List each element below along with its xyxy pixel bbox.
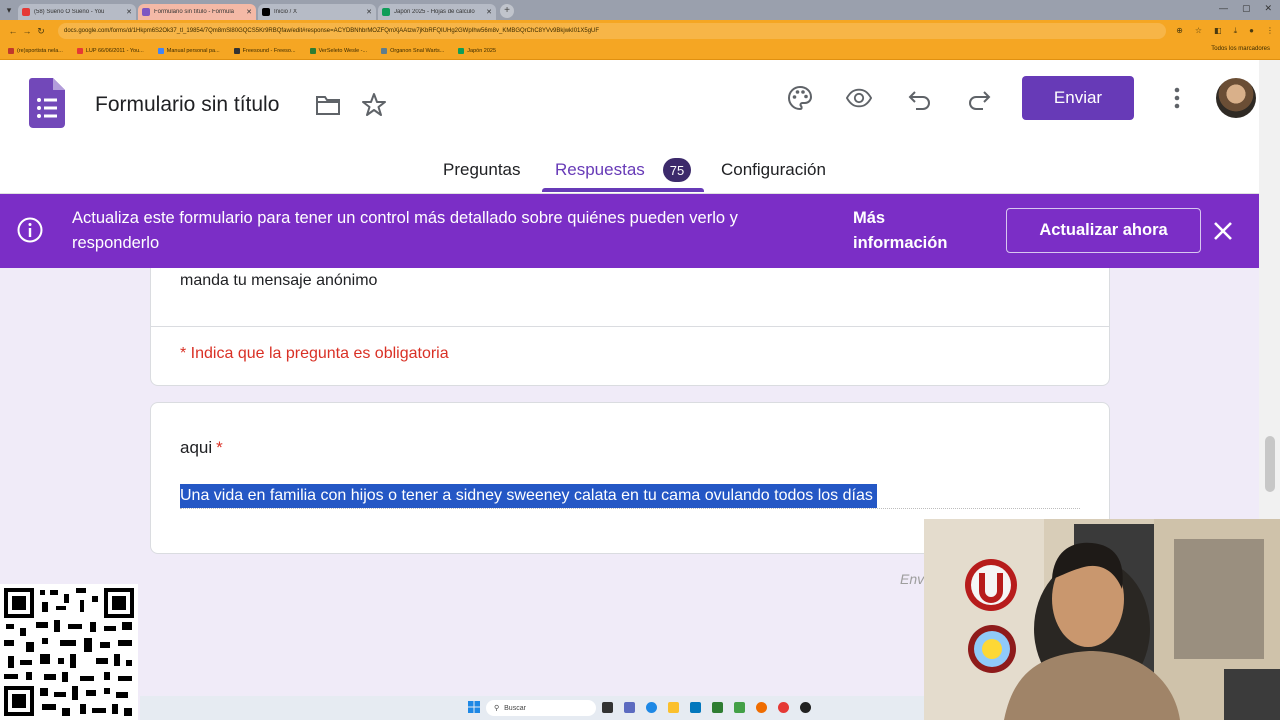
- sheets-favicon-icon: [458, 47, 465, 54]
- form-description: manda tu mensaje anónimo: [180, 272, 378, 289]
- youtube-favicon-icon: [76, 47, 83, 54]
- tab-search-icon[interactable]: ▾: [0, 0, 18, 20]
- more-info-link[interactable]: Más información: [853, 206, 973, 256]
- browser-tab[interactable]: Inicio / X ✕: [258, 4, 376, 20]
- profile-icon[interactable]: ●: [1249, 26, 1254, 36]
- required-asterisk: *: [216, 438, 223, 457]
- task-view-icon[interactable]: [602, 702, 613, 713]
- freesound-favicon-icon: [233, 47, 240, 54]
- question-title: aqui *: [180, 438, 223, 457]
- app-icon[interactable]: [734, 702, 745, 713]
- sheets-favicon-icon: [382, 8, 390, 16]
- tab-preguntas[interactable]: Preguntas: [443, 160, 521, 180]
- menu-icon[interactable]: ⋮: [1266, 26, 1274, 36]
- answer-underline: [180, 508, 1080, 509]
- extension-icon[interactable]: ◧: [1214, 26, 1222, 36]
- bookmark-item[interactable]: Organon Snal Warts...: [381, 47, 444, 54]
- back-icon[interactable]: ←: [6, 26, 20, 36]
- browser-tab[interactable]: (58) Sueño O Sueno - You ✕: [18, 4, 136, 20]
- tab-respuestas[interactable]: Respuestas: [555, 160, 645, 180]
- browser-tab-strip: ▾ (58) Sueño O Sueno - You ✕ Formulario …: [0, 0, 1280, 20]
- card-divider: [150, 326, 1110, 327]
- required-note: * Indica que la pregunta es obligatoria: [180, 345, 449, 362]
- excel-icon[interactable]: [712, 702, 723, 713]
- google-forms-logo-icon[interactable]: [29, 78, 65, 128]
- close-window-icon[interactable]: ✕: [1264, 3, 1272, 14]
- minimize-icon[interactable]: —: [1219, 3, 1228, 14]
- star-icon[interactable]: [361, 92, 387, 118]
- all-bookmarks-link[interactable]: Todos los marcadores: [1211, 46, 1270, 52]
- browser-tab-title: Japón 2025 - Hojas de cálculo: [394, 9, 475, 15]
- send-button[interactable]: Enviar: [1022, 76, 1134, 120]
- store-icon[interactable]: [690, 702, 701, 713]
- obs-icon[interactable]: [800, 702, 811, 713]
- answer-text-selected[interactable]: Una vida en familia con hijos o tener a …: [180, 484, 877, 508]
- update-now-button[interactable]: Actualizar ahora: [1006, 208, 1201, 253]
- redo-icon[interactable]: [966, 85, 992, 111]
- active-tab-indicator: [542, 188, 704, 192]
- chrome-icon[interactable]: [756, 702, 767, 713]
- user-avatar[interactable]: [1216, 78, 1256, 118]
- docs-favicon-icon: [157, 47, 164, 54]
- bookmark-favicon-icon: [381, 47, 388, 54]
- window-controls: — ▢ ✕: [1219, 3, 1272, 14]
- address-bar-row: ← → ↻ docs.google.com/forms/d/1Hkpm6S2Ok…: [0, 20, 1280, 42]
- close-tab-icon[interactable]: ✕: [126, 8, 132, 16]
- bookmark-item[interactable]: (re)sportista nela...: [8, 47, 63, 54]
- teams-icon[interactable]: [624, 702, 635, 713]
- webcam-overlay: [924, 519, 1280, 720]
- preview-eye-icon[interactable]: [846, 85, 872, 111]
- browser-tab-title: Formulario sin título - Formula: [154, 9, 235, 15]
- qr-code: [0, 584, 138, 720]
- folder-icon[interactable]: [315, 93, 341, 117]
- reload-icon[interactable]: ↻: [34, 26, 48, 37]
- close-tab-icon[interactable]: ✕: [246, 8, 252, 16]
- form-title[interactable]: Formulario sin título: [95, 93, 279, 117]
- bookmark-item[interactable]: VerSeleto Wesle -...: [309, 47, 367, 54]
- palette-icon[interactable]: [787, 85, 813, 111]
- browser-tab-title: (58) Sueño O Sueno - You: [34, 9, 105, 15]
- url-field[interactable]: docs.google.com/forms/d/1Hkpm6S2Ok37_tl_…: [58, 23, 1167, 39]
- youtube-favicon-icon: [22, 8, 30, 16]
- bookmark-item[interactable]: Manual personal pa...: [157, 47, 220, 54]
- new-tab-button[interactable]: +: [500, 4, 514, 18]
- undo-icon[interactable]: [907, 85, 933, 111]
- close-banner-icon[interactable]: [1211, 219, 1235, 243]
- bookmark-star-icon[interactable]: ☆: [1195, 26, 1202, 36]
- bookmark-item[interactable]: LUP 66/06/2011 - You...: [76, 47, 144, 54]
- search-icon: ⚲: [494, 705, 500, 712]
- forward-icon[interactable]: →: [20, 26, 34, 36]
- send-form-link[interactable]: Env: [900, 571, 924, 587]
- tab-configuracion[interactable]: Configuración: [721, 160, 826, 180]
- download-icon[interactable]: ⤓: [1234, 26, 1238, 36]
- banner-message: Actualiza este formulario para tener un …: [72, 209, 738, 252]
- file-explorer-icon[interactable]: [668, 702, 679, 713]
- responses-count-badge: 75: [663, 158, 691, 182]
- bookmark-item[interactable]: Japón 2025: [458, 47, 496, 54]
- bookmark-item[interactable]: Freesound - Freeso...: [233, 47, 296, 54]
- browser-tab[interactable]: Japón 2025 - Hojas de cálculo ✕: [378, 4, 496, 20]
- browser-tab-active[interactable]: Formulario sin título - Formula ✕: [138, 4, 256, 20]
- bookmarks-bar: (re)sportista nela... LUP 66/06/2011 - Y…: [0, 42, 1280, 60]
- more-options-icon[interactable]: [1168, 85, 1186, 111]
- windows-start-icon[interactable]: [468, 701, 480, 713]
- forms-favicon-icon: [142, 8, 150, 16]
- close-tab-icon[interactable]: ✕: [486, 8, 492, 16]
- edge-icon[interactable]: [646, 702, 657, 713]
- close-tab-icon[interactable]: ✕: [366, 8, 372, 16]
- scrollbar-thumb[interactable]: [1265, 436, 1275, 492]
- chrome-canary-icon[interactable]: [778, 702, 789, 713]
- bookmark-favicon-icon: [8, 47, 14, 54]
- taskbar-search[interactable]: ⚲ Buscar: [486, 700, 596, 716]
- maximize-icon[interactable]: ▢: [1242, 3, 1251, 14]
- address-bar-actions: ⊕ ☆ ◧ ⤓ ● ⋮: [1176, 26, 1274, 36]
- info-icon: [17, 217, 43, 243]
- bookmark-favicon-icon: [309, 47, 316, 54]
- screen: ▾ (58) Sueño O Sueno - You ✕ Formulario …: [0, 0, 1280, 720]
- x-favicon-icon: [262, 8, 270, 16]
- zoom-icon[interactable]: ⊕: [1176, 26, 1183, 36]
- form-header-card: [150, 250, 1110, 386]
- browser-tab-title: Inicio / X: [274, 9, 298, 15]
